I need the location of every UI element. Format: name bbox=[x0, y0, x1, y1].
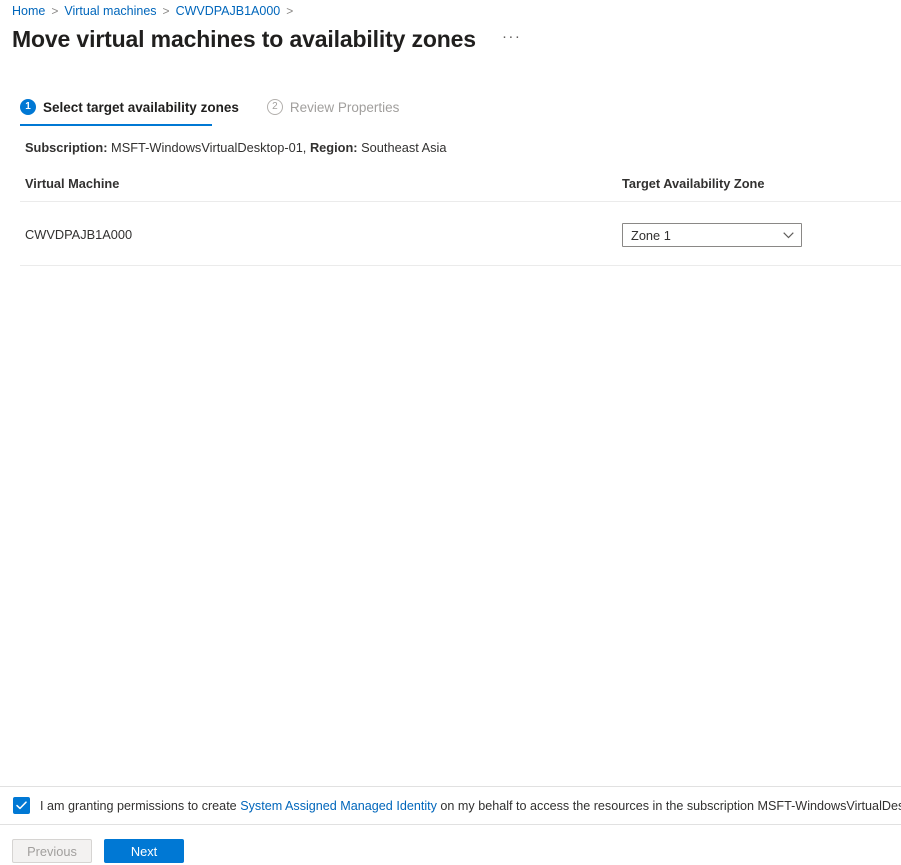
column-header-virtual-machine: Virtual Machine bbox=[25, 176, 120, 191]
wizard-button-row: Previous Next bbox=[12, 839, 184, 863]
consent-checkbox[interactable] bbox=[13, 797, 30, 814]
consent-text-before: I am granting permissions to create bbox=[40, 798, 237, 813]
breadcrumb-chevron-icon: > bbox=[51, 4, 59, 18]
target-zone-dropdown[interactable]: Zone 1 bbox=[622, 223, 802, 247]
tab-label: Select target availability zones bbox=[43, 99, 239, 115]
consent-text: I am granting permissions to create Syst… bbox=[40, 799, 901, 813]
active-tab-underline bbox=[20, 124, 212, 126]
tab-review-properties[interactable]: 2 Review Properties bbox=[266, 96, 400, 126]
wizard-steps: 1 Select target availability zones 2 Rev… bbox=[20, 96, 399, 126]
breadcrumb-item-vm-name[interactable]: CWVDPAJB1A000 bbox=[176, 4, 281, 18]
consent-text-after: on my behalf to access the resources in … bbox=[440, 798, 901, 813]
footer-bottom-divider bbox=[0, 824, 901, 825]
cell-virtual-machine-name: CWVDPAJB1A000 bbox=[25, 227, 133, 242]
title-row: Move virtual machines to availability zo… bbox=[12, 22, 523, 56]
step-number-badge: 2 bbox=[266, 99, 283, 115]
breadcrumb-chevron-icon: > bbox=[286, 4, 294, 18]
table-row-divider bbox=[20, 265, 901, 266]
next-button[interactable]: Next bbox=[104, 839, 184, 863]
subscription-label: Subscription: bbox=[25, 140, 108, 155]
table-header: Virtual Machine Target Availability Zone bbox=[0, 176, 901, 198]
tab-label: Review Properties bbox=[289, 99, 400, 115]
previous-button[interactable]: Previous bbox=[12, 839, 92, 863]
breadcrumb: Home > Virtual machines > CWVDPAJB1A000 … bbox=[12, 0, 299, 22]
region-value: Southeast Asia bbox=[361, 140, 447, 155]
system-assigned-managed-identity-link[interactable]: System Assigned Managed Identity bbox=[240, 799, 437, 813]
target-zone-selected-value: Zone 1 bbox=[631, 227, 671, 243]
page-title: Move virtual machines to availability zo… bbox=[12, 26, 476, 52]
subscription-value: MSFT-WindowsVirtualDesktop-01, bbox=[111, 140, 307, 155]
table-row: CWVDPAJB1A000 Zone 1 bbox=[0, 202, 901, 265]
more-options-icon[interactable]: ··· bbox=[500, 28, 524, 50]
breadcrumb-chevron-icon: > bbox=[162, 4, 170, 18]
subscription-region-info: Subscription: MSFT-WindowsVirtualDesktop… bbox=[25, 140, 447, 155]
consent-row: I am granting permissions to create Syst… bbox=[0, 787, 901, 824]
breadcrumb-item-home[interactable]: Home bbox=[12, 4, 45, 18]
breadcrumb-item-virtual-machines[interactable]: Virtual machines bbox=[64, 4, 156, 18]
region-label: Region: bbox=[309, 140, 358, 155]
chevron-down-icon bbox=[775, 231, 801, 239]
tab-select-target-availability-zones[interactable]: 1 Select target availability zones bbox=[20, 96, 239, 126]
column-header-target-availability-zone: Target Availability Zone bbox=[622, 176, 765, 191]
step-number-badge: 1 bbox=[20, 99, 36, 115]
